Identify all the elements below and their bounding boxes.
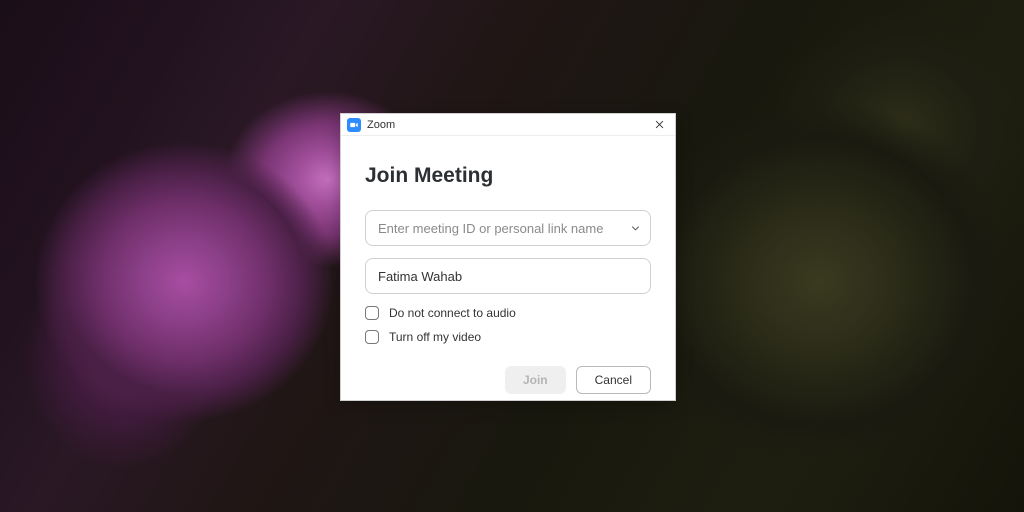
close-icon <box>654 119 665 130</box>
meeting-id-field-wrap <box>365 210 651 246</box>
cancel-button[interactable]: Cancel <box>576 366 651 394</box>
video-checkbox-label: Turn off my video <box>389 330 481 344</box>
button-row: Join Cancel <box>365 366 651 394</box>
join-button[interactable]: Join <box>505 366 566 394</box>
name-input[interactable] <box>365 258 651 294</box>
audio-checkbox-row[interactable]: Do not connect to audio <box>365 306 651 320</box>
window-title: Zoom <box>367 119 649 131</box>
dialog-content: Join Meeting Do not connect to audio Tur… <box>341 136 675 410</box>
video-checkbox[interactable] <box>365 330 379 344</box>
zoom-icon <box>347 118 361 132</box>
video-checkbox-row[interactable]: Turn off my video <box>365 330 651 344</box>
dialog-heading: Join Meeting <box>365 164 651 188</box>
meeting-id-input[interactable] <box>365 210 651 246</box>
audio-checkbox-label: Do not connect to audio <box>389 306 516 320</box>
titlebar: Zoom <box>341 114 675 136</box>
name-field-wrap <box>365 258 651 294</box>
audio-checkbox[interactable] <box>365 306 379 320</box>
join-meeting-dialog: Zoom Join Meeting Do not connect to audi… <box>340 113 676 401</box>
close-button[interactable] <box>649 115 669 135</box>
